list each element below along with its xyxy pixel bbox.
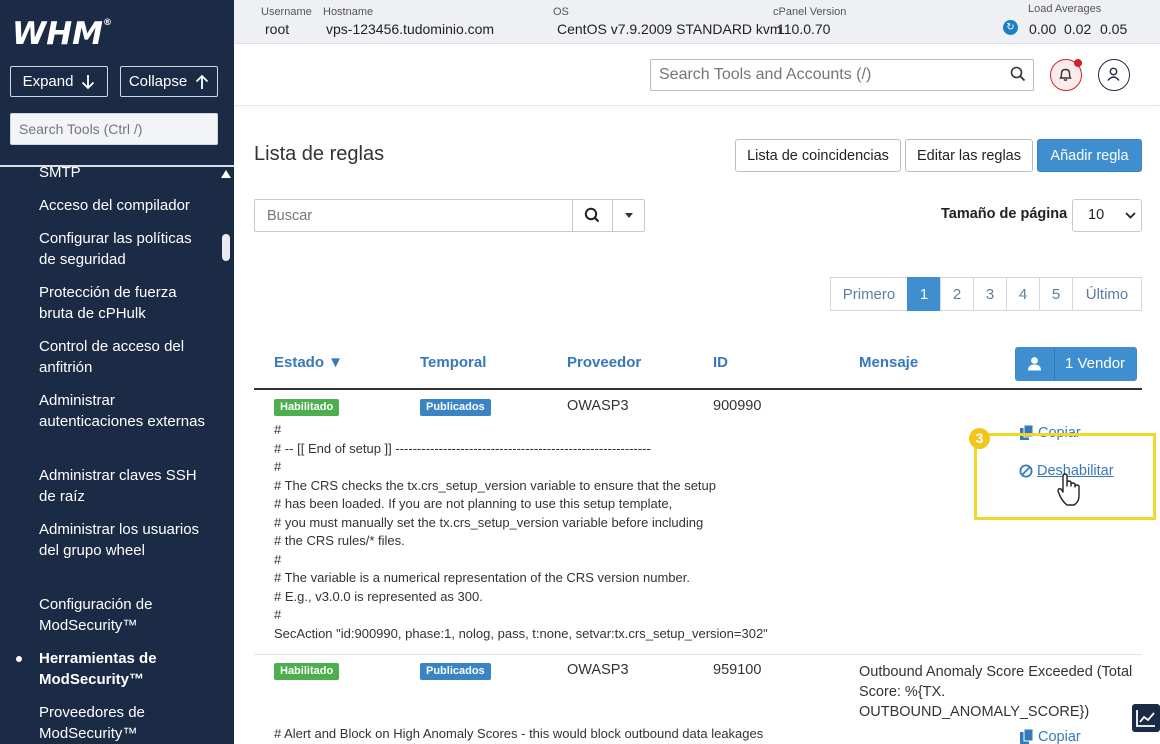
status-badge: Habilitado bbox=[274, 663, 340, 680]
page-size-label: Tamaño de página bbox=[941, 206, 1068, 222]
notification-dot bbox=[1074, 59, 1082, 67]
temporal-badge: Publicados bbox=[420, 399, 491, 416]
row-vendor: OWASP3 bbox=[567, 662, 629, 678]
active-item-dot bbox=[16, 656, 22, 662]
user-menu-button[interactable] bbox=[1098, 59, 1130, 91]
page-title: Lista de reglas bbox=[254, 143, 385, 165]
username-value: root bbox=[265, 21, 290, 37]
sidebar-item-external-auth[interactable]: Administrar autenticaciones externas bbox=[39, 390, 211, 432]
sidebar-item-modsecurity-config[interactable]: Configuración de ModSecurity™ bbox=[39, 594, 211, 636]
column-id[interactable]: ID bbox=[713, 354, 728, 371]
arrow-down-icon bbox=[82, 74, 95, 89]
tools-accounts-search-input[interactable] bbox=[650, 59, 1034, 91]
row-message: Outbound Anomaly Score Exceeded (Total S… bbox=[859, 664, 1133, 720]
cpanel-version-label: cPanel Version bbox=[773, 6, 847, 18]
pagination-first[interactable]: Primero bbox=[830, 277, 908, 311]
sidebar-item-wheel-users[interactable]: Administrar los usuarios del grupo wheel bbox=[39, 519, 211, 561]
os-label: OS bbox=[553, 6, 569, 18]
column-status[interactable]: Estado ▼ bbox=[274, 354, 343, 371]
cpanel-version-value: 110.0.70 bbox=[777, 21, 831, 37]
edit-rules-button[interactable]: Editar las reglas bbox=[905, 139, 1033, 172]
pagination-page-4[interactable]: 4 bbox=[1006, 277, 1040, 311]
whm-logo[interactable]: WHM® bbox=[12, 16, 112, 52]
caret-down-icon bbox=[625, 213, 633, 218]
pagination-page-1[interactable]: 1 bbox=[907, 277, 941, 311]
copy-icon bbox=[1020, 728, 1034, 744]
sidebar-item-security-policies[interactable]: Configurar las políticas de seguridad bbox=[39, 228, 211, 270]
hand-cursor-icon bbox=[1057, 473, 1080, 506]
analytics-toggle-button[interactable] bbox=[1132, 704, 1160, 732]
pagination-page-5[interactable]: 5 bbox=[1039, 277, 1073, 311]
load-averages-label: Load Averages bbox=[1028, 3, 1102, 15]
column-temporal[interactable]: Temporal bbox=[420, 354, 486, 371]
header-divider bbox=[234, 105, 1160, 106]
load-5: 0.02 bbox=[1064, 21, 1092, 37]
search-options-dropdown[interactable] bbox=[612, 199, 645, 232]
rule-code: # # -- [[ End of setup ]] --------------… bbox=[274, 422, 768, 641]
column-vendor[interactable]: Proveedor bbox=[567, 354, 641, 371]
sidebar-item-smtp[interactable]: SMTP bbox=[39, 167, 211, 183]
expand-label: Expand bbox=[22, 73, 74, 90]
username-label: Username bbox=[261, 6, 312, 18]
sidebar-item-cphulk[interactable]: Protección de fuerza bruta de cPHulk bbox=[39, 282, 211, 324]
search-icon bbox=[584, 207, 600, 223]
pagination-page-2[interactable]: 2 bbox=[940, 277, 974, 311]
step-number-badge: 3 bbox=[969, 428, 990, 449]
sidebar-item-modsecurity-tools[interactable]: Herramientas de ModSecurity™ bbox=[39, 648, 211, 690]
sidebar-nav: SMTP Acceso del compilador Configurar la… bbox=[0, 167, 216, 744]
copy-label: Copiar bbox=[1038, 728, 1081, 744]
arrow-up-icon bbox=[196, 74, 209, 89]
rules-search-input[interactable] bbox=[254, 199, 573, 232]
table-header-rule bbox=[254, 388, 1142, 390]
os-value: CentOS v7.9.2009 STANDARD kvm bbox=[557, 21, 782, 37]
sidebar: WHM® Expand Collapse SMTP Acceso del com… bbox=[0, 0, 234, 744]
search-icon[interactable] bbox=[1010, 66, 1026, 82]
page-size-value: 10 bbox=[1088, 207, 1105, 223]
page-size-select[interactable] bbox=[1072, 199, 1142, 232]
rules-search-button[interactable] bbox=[572, 199, 613, 232]
status-badge: Habilitado bbox=[274, 399, 340, 416]
sidebar-search-input[interactable] bbox=[10, 113, 218, 145]
expand-button[interactable]: Expand bbox=[10, 66, 108, 97]
chevron-down-icon bbox=[1125, 212, 1136, 219]
column-message[interactable]: Mensaje bbox=[859, 354, 918, 371]
pagination-last[interactable]: Último bbox=[1072, 277, 1142, 311]
rule-code: # Alert and Block on High Anomaly Scores… bbox=[274, 726, 764, 741]
collapse-label: Collapse bbox=[128, 73, 188, 90]
refresh-icon[interactable]: ↻ bbox=[1003, 20, 1018, 35]
scroll-thumb[interactable] bbox=[222, 234, 230, 261]
row-id: 900990 bbox=[713, 398, 762, 414]
copy-link[interactable]: Copiar bbox=[1019, 728, 1081, 744]
vendor-filter-button[interactable]: 1 Vendor bbox=[1015, 347, 1137, 381]
row-divider bbox=[254, 654, 1142, 655]
collapse-button[interactable]: Collapse bbox=[120, 66, 218, 97]
row-vendor: OWASP3 bbox=[567, 398, 629, 414]
hostname-value: vps-123456.tudominio.com bbox=[326, 21, 495, 37]
add-rule-button[interactable]: Añadir regla bbox=[1037, 139, 1142, 172]
chart-line-icon bbox=[1136, 710, 1155, 727]
sidebar-item-compiler-access[interactable]: Acceso del compilador bbox=[39, 195, 211, 216]
sidebar-item-root-ssh-keys[interactable]: Administrar claves SSH de raíz bbox=[39, 465, 211, 507]
load-1: 0.00 bbox=[1029, 21, 1057, 37]
user-icon bbox=[1028, 357, 1041, 371]
scroll-up-arrow-icon[interactable] bbox=[221, 170, 231, 178]
vendor-button-separator bbox=[1054, 347, 1055, 381]
load-15: 0.05 bbox=[1100, 21, 1128, 37]
user-icon bbox=[1107, 67, 1120, 81]
pagination-page-3[interactable]: 3 bbox=[973, 277, 1007, 311]
matches-list-button[interactable]: Lista de coincidencias bbox=[735, 139, 901, 172]
vendor-button-label: 1 Vendor bbox=[1065, 355, 1126, 372]
sidebar-item-host-access[interactable]: Control de acceso del anfitrión bbox=[39, 336, 211, 378]
row-id: 959100 bbox=[713, 662, 762, 678]
sidebar-item-modsecurity-vendors[interactable]: Proveedores de ModSecurity™ bbox=[39, 702, 211, 744]
hostname-label: Hostname bbox=[323, 6, 374, 18]
temporal-badge: Publicados bbox=[420, 663, 491, 680]
